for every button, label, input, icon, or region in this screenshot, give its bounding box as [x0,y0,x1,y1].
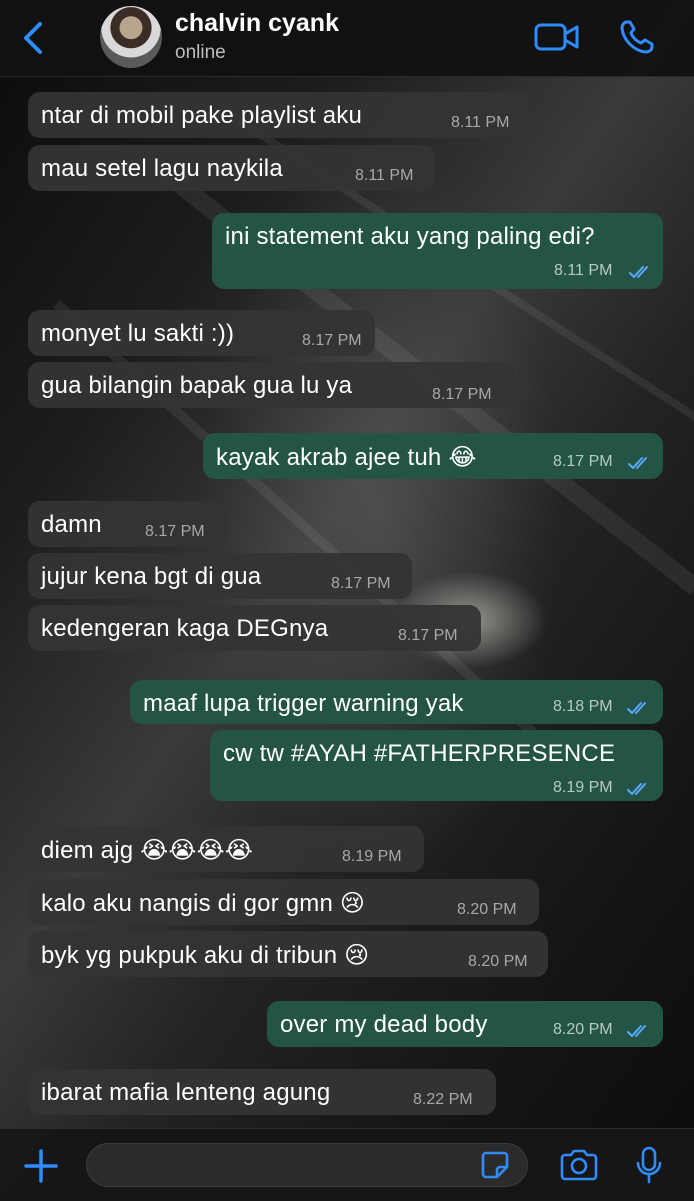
read-receipt-icon [627,1025,646,1037]
message-timestamp: 8.20 PM [553,1021,613,1038]
message-text: kayak akrab ajee tuh 😂 [216,444,477,471]
message-text: mau setel lagu naykila [41,155,283,182]
message-text: byk yg pukpuk aku di tribun 😢 [41,942,370,969]
message-timestamp: 8.19 PM [553,779,613,796]
video-call-icon[interactable] [533,20,581,54]
outgoing-message[interactable]: kayak akrab ajee tuh 😂 8.17 PM [203,433,663,479]
message-text: diem ajg 😭😭😭😭 [41,837,254,864]
message-text: ibarat mafia lenteng agung [41,1079,331,1106]
message-text: kedengeran kaga DEGnya [41,615,329,642]
outgoing-message[interactable]: cw tw #AYAH #FATHERPRESENCE 8.19 PM [210,730,663,801]
read-receipt-icon [627,702,646,714]
message-timestamp: 8.11 PM [355,167,414,184]
message-timestamp: 8.20 PM [457,901,517,918]
avatar[interactable] [100,6,162,68]
outgoing-message[interactable]: ini statement aku yang paling edi? 8.11 P… [212,213,663,289]
outgoing-message[interactable]: over my dead body 8.20 PM [267,1001,663,1047]
composer-bar [0,1128,694,1201]
message-timestamp: 8.17 PM [553,453,613,470]
message-timestamp: 8.19 PM [342,848,402,865]
message-text: jujur kena bgt di gua [41,563,262,590]
incoming-message[interactable]: mau setel lagu naykila 8.11 PM [28,145,435,191]
plus-icon[interactable] [22,1147,60,1185]
incoming-message[interactable]: gua bilangin bapak gua lu ya 8.17 PM [28,362,514,408]
phone-call-icon[interactable] [618,18,656,56]
incoming-message[interactable]: jujur kena bgt di gua 8.17 PM [28,553,412,599]
incoming-message[interactable]: monyet lu sakti :)) 8.17 PM [28,310,375,356]
contact-name[interactable]: chalvin cyank [175,9,339,38]
incoming-message[interactable]: ibarat mafia lenteng agung 8.22 PM [28,1069,496,1115]
chat-header: chalvin cyank online [0,0,694,77]
message-text: ntar di mobil pake playlist aku [41,102,363,129]
message-timestamp: 8.11 PM [451,114,510,131]
contact-status: online [175,42,226,63]
message-text: gua bilangin bapak gua lu ya [41,372,353,399]
message-text: cw tw #AYAH #FATHERPRESENCE [223,740,616,767]
message-timestamp: 8.17 PM [432,386,492,403]
message-input[interactable] [86,1143,528,1187]
back-chevron-icon[interactable] [18,20,48,56]
message-timestamp: 8.20 PM [468,953,528,970]
incoming-message[interactable]: kalo aku nangis di gor gmn 😢 8.20 PM [28,879,539,925]
message-text: ini statement aku yang paling edi? [225,223,595,250]
message-text: over my dead body [280,1011,488,1038]
incoming-message[interactable]: byk yg pukpuk aku di tribun 😢 8.20 PM [28,931,548,977]
microphone-icon[interactable] [634,1145,664,1185]
incoming-message[interactable]: diem ajg 😭😭😭😭 8.19 PM [28,826,424,872]
message-text: damn [41,511,102,538]
outgoing-message[interactable]: maaf lupa trigger warning yak 8.18 PM [130,680,663,724]
read-receipt-icon [628,457,647,469]
message-timestamp: 8.18 PM [553,698,613,715]
message-timestamp: 8.17 PM [398,627,458,644]
sticker-icon[interactable] [480,1150,510,1180]
camera-icon[interactable] [558,1148,600,1182]
read-receipt-icon [627,783,646,795]
message-text: kalo aku nangis di gor gmn 😢 [41,890,366,917]
message-text: monyet lu sakti :)) [41,320,235,347]
incoming-message[interactable]: ntar di mobil pake playlist aku 8.11 PM [28,92,531,138]
message-timestamp: 8.22 PM [413,1091,473,1108]
message-text: maaf lupa trigger warning yak [143,690,464,717]
incoming-message[interactable]: kedengeran kaga DEGnya 8.17 PM [28,605,481,651]
incoming-message[interactable]: damn 8.17 PM [28,501,228,547]
message-timestamp: 8.11 PM [554,262,613,279]
message-timestamp: 8.17 PM [331,575,391,592]
read-receipt-icon [629,266,648,278]
message-timestamp: 8.17 PM [145,523,205,540]
message-timestamp: 8.17 PM [302,332,362,349]
